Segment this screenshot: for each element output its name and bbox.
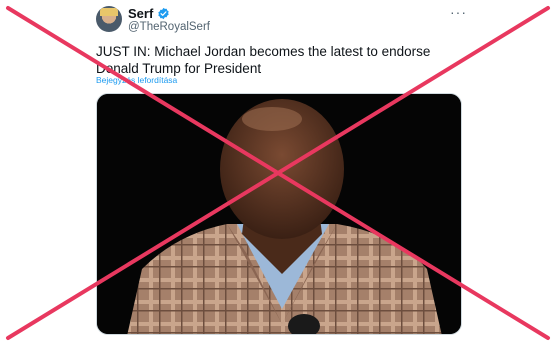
author-handle[interactable]: @TheRoyalSerf [128,21,210,33]
translate-post-link[interactable]: Bejegyzés lefordítása [96,75,177,85]
verified-badge-icon [158,7,169,20]
tweet-card: Serf @TheRoyalSerf ··· JUST IN: Michael … [0,0,554,346]
tweet-media-image[interactable] [96,93,462,335]
portrait-photo [97,94,461,334]
tweet-text: JUST IN: Michael Jordan becomes the late… [96,44,431,76]
avatar[interactable] [96,6,122,32]
more-options-icon[interactable]: ··· [450,4,467,20]
display-name[interactable]: Serf [128,6,153,21]
author-name-row: Serf [128,6,170,21]
